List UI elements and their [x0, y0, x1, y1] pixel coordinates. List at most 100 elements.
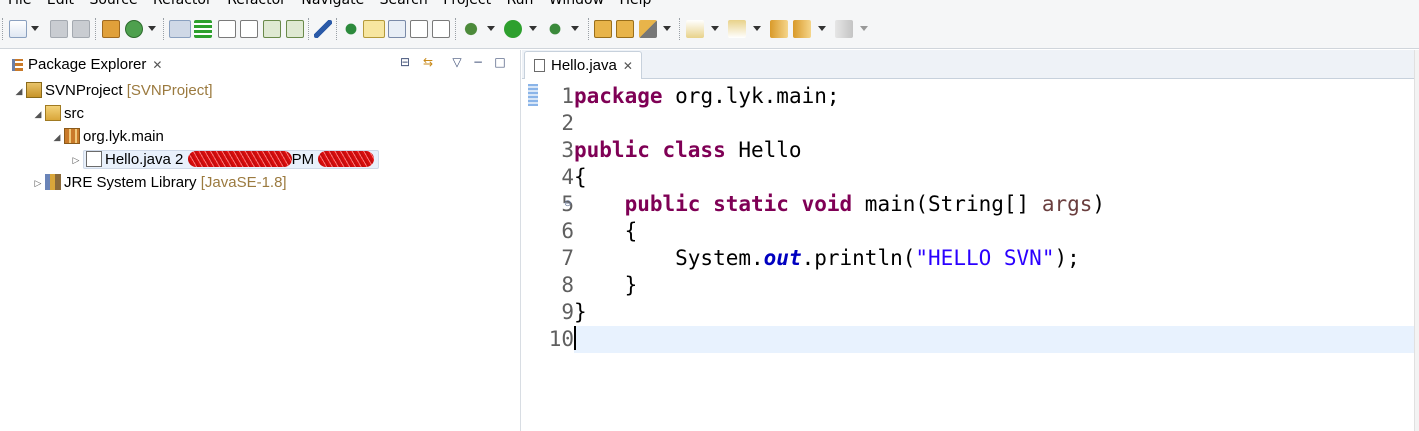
save-all-icon[interactable]: [72, 20, 90, 38]
annotation-ruler[interactable]: [522, 80, 538, 431]
collapsed-arrow-icon[interactable]: ▷: [69, 149, 83, 171]
wand-dropdown-icon[interactable]: [663, 26, 671, 31]
wand-icon[interactable]: [639, 20, 657, 38]
close-icon[interactable]: ✕: [152, 52, 162, 78]
selected-file-row[interactable]: Hello.java 2 PM: [83, 150, 380, 169]
package-explorer-tabbar: Package Explorer ✕ ⊟ ⇆ ▽ − □: [0, 50, 520, 79]
menu-run[interactable]: Run: [507, 0, 534, 9]
tree-item-package[interactable]: ◢ org.lyk.main: [50, 126, 164, 148]
edit-icon[interactable]: [388, 20, 406, 38]
new-icon[interactable]: [9, 20, 27, 38]
package-explorer-tab[interactable]: Package Explorer ✕: [4, 52, 170, 78]
link-with-editor-icon[interactable]: ⇆: [421, 55, 435, 69]
expanded-arrow-icon[interactable]: ◢: [12, 80, 26, 102]
expanded-arrow-icon[interactable]: ◢: [50, 126, 64, 148]
minimize-icon[interactable]: −: [471, 55, 485, 69]
refresh-icon[interactable]: [125, 20, 143, 38]
menu-navigate[interactable]: Navigate: [301, 0, 364, 9]
save-icon[interactable]: [50, 20, 68, 38]
search-declarations-icon[interactable]: [286, 20, 304, 38]
new-package-icon[interactable]: [594, 20, 612, 38]
tree-item-src[interactable]: ◢ src: [31, 103, 84, 125]
menu-project[interactable]: Project: [443, 0, 491, 9]
tree-item-jre[interactable]: ▷ JRE System Library [JavaSE-1.8]: [31, 172, 287, 194]
menu-refactor-2[interactable]: Refactor: [227, 0, 286, 9]
last-edit-icon[interactable]: [770, 20, 788, 38]
code-keyword: package: [574, 84, 663, 108]
jre-decoration: [JavaSE-1.8]: [200, 174, 287, 191]
line-number: 2: [561, 111, 574, 135]
new-dropdown-icon[interactable]: [31, 26, 39, 31]
menu-file[interactable]: File: [8, 0, 31, 9]
link-icon[interactable]: [314, 20, 332, 38]
menu-source[interactable]: Source: [89, 0, 137, 9]
forward-icon[interactable]: [835, 20, 853, 38]
tree-item-project[interactable]: ◢ SVNProject [SVNProject]: [12, 80, 213, 102]
prev-annotation-icon[interactable]: [728, 20, 746, 38]
menu-edit[interactable]: Edit: [47, 0, 74, 9]
pin-icon[interactable]: [342, 20, 360, 38]
collapsed-arrow-icon[interactable]: ▷: [31, 172, 45, 194]
toolbar-separator: [308, 18, 309, 40]
code-text: ): [1092, 192, 1106, 216]
code-line: }: [574, 299, 1419, 326]
menu-search[interactable]: Search: [380, 0, 428, 9]
collapse-all-icon[interactable]: ⊟: [398, 55, 412, 69]
editor-tabbar: Hello.java ✕: [522, 50, 1419, 79]
prev-annotation-dropdown-icon[interactable]: [753, 26, 761, 31]
view-menu-icon[interactable]: ▽: [450, 55, 464, 69]
next-annotation-icon[interactable]: [686, 20, 704, 38]
menu-window[interactable]: Window: [549, 0, 604, 9]
code-line: }: [574, 272, 1419, 299]
outline-icon[interactable]: [240, 20, 258, 38]
back-dropdown-icon[interactable]: [818, 26, 826, 31]
editor-right-edge: [1414, 50, 1419, 431]
toolbar-separator: [163, 18, 164, 40]
toggle-mark-icon[interactable]: [169, 20, 191, 38]
close-icon[interactable]: ✕: [623, 52, 633, 80]
code-line: System.out.println("HELLO SVN");: [574, 245, 1419, 272]
javadoc-icon[interactable]: [218, 20, 236, 38]
annotation-marker: [528, 84, 538, 106]
editor-view: Hello.java ✕ 1 2 3 4 5 ⊖ 6 7 8 9 10 packa…: [522, 50, 1419, 431]
debug-dropdown-icon[interactable]: [487, 26, 495, 31]
code-editor[interactable]: package org.lyk.main; public class Hello…: [574, 80, 1419, 431]
run-dropdown-icon[interactable]: [529, 26, 537, 31]
search-references-icon[interactable]: [263, 20, 281, 38]
open-type-icon[interactable]: [102, 20, 120, 38]
run-icon[interactable]: [504, 20, 522, 38]
highlight-icon[interactable]: [363, 20, 385, 38]
forward-dropdown-icon[interactable]: [860, 26, 868, 31]
package-icon: [64, 128, 80, 144]
open-folder-icon[interactable]: [616, 20, 634, 38]
next-annotation-dropdown-icon[interactable]: [711, 26, 719, 31]
file-label: Hello.java 2: [105, 151, 184, 168]
code-text: }: [574, 273, 638, 297]
whitespace-icon[interactable]: [432, 20, 450, 38]
maximize-icon[interactable]: □: [493, 55, 507, 69]
menu-refactor[interactable]: Refactor: [153, 0, 212, 9]
fold-collapse-icon[interactable]: ⊖: [564, 199, 572, 209]
library-icon: [45, 174, 61, 190]
toolbar-separator: [455, 18, 456, 40]
editor-tab-hello-java[interactable]: Hello.java ✕: [524, 51, 642, 79]
redacted-scribble: [318, 151, 375, 167]
jre-label: JRE System Library: [64, 174, 197, 191]
breadcrumb-icon[interactable]: [194, 20, 212, 38]
toolbar-separator: [679, 18, 680, 40]
file-time-suffix: PM: [291, 151, 315, 168]
java-file-icon: [86, 151, 102, 167]
external-tools-dropdown-icon[interactable]: [571, 26, 579, 31]
block-select-icon[interactable]: [410, 20, 428, 38]
main-toolbar: [0, 9, 1419, 49]
debug-icon[interactable]: [462, 20, 480, 38]
tree-item-file[interactable]: ▷ Hello.java 2 PM: [69, 149, 380, 171]
refresh-dropdown-icon[interactable]: [148, 26, 156, 31]
code-string: "HELLO SVN": [915, 246, 1055, 270]
code-text: {: [574, 165, 587, 189]
external-tools-icon[interactable]: [546, 20, 564, 38]
expanded-arrow-icon[interactable]: ◢: [31, 103, 45, 125]
menu-help[interactable]: Help: [620, 0, 652, 9]
back-icon[interactable]: [793, 20, 811, 38]
